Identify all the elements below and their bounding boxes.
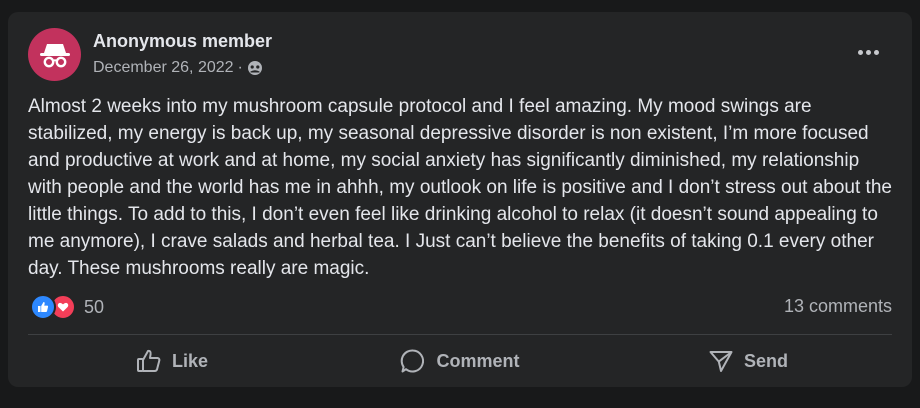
group-audience-icon bbox=[247, 60, 262, 75]
ellipsis-dot-icon bbox=[873, 49, 879, 55]
send-paper-plane-icon bbox=[709, 351, 733, 372]
post-body-text: Almost 2 weeks into my mushroom capsule … bbox=[28, 96, 892, 279]
post-header: Anonymous member December 26, 2022 · bbox=[28, 28, 272, 81]
send-button[interactable]: Send bbox=[604, 342, 892, 380]
post-subline: December 26, 2022 · bbox=[93, 56, 272, 80]
send-label: Send bbox=[743, 350, 788, 371]
more-options-button[interactable] bbox=[854, 42, 882, 62]
comment-bubble-icon bbox=[401, 349, 425, 373]
comment-label: Comment bbox=[436, 350, 520, 371]
post-card: Anonymous member December 26, 2022 · Alm… bbox=[8, 12, 912, 387]
avatar[interactable] bbox=[28, 28, 81, 81]
reactions-summary[interactable]: 50 bbox=[30, 294, 104, 320]
comments-count-link[interactable]: 13 comments bbox=[784, 296, 892, 317]
post-date[interactable]: December 26, 2022 bbox=[93, 56, 234, 80]
comment-button[interactable]: Comment bbox=[316, 342, 604, 380]
action-bar: Like Comment Send bbox=[28, 342, 892, 380]
divider bbox=[28, 334, 892, 335]
thumbs-up-icon bbox=[136, 349, 161, 372]
ellipsis-dot-icon bbox=[865, 49, 871, 55]
separator-dot: · bbox=[237, 58, 243, 76]
ellipsis-dot-icon bbox=[857, 49, 863, 55]
anonymous-incognito-icon bbox=[39, 43, 70, 67]
reaction-count: 50 bbox=[84, 296, 105, 317]
like-button[interactable]: Like bbox=[28, 342, 316, 380]
like-label: Like bbox=[171, 350, 209, 371]
post-meta: Anonymous member December 26, 2022 · bbox=[93, 30, 272, 80]
author-name[interactable]: Anonymous member bbox=[93, 30, 272, 52]
like-reaction-icon bbox=[30, 294, 56, 320]
